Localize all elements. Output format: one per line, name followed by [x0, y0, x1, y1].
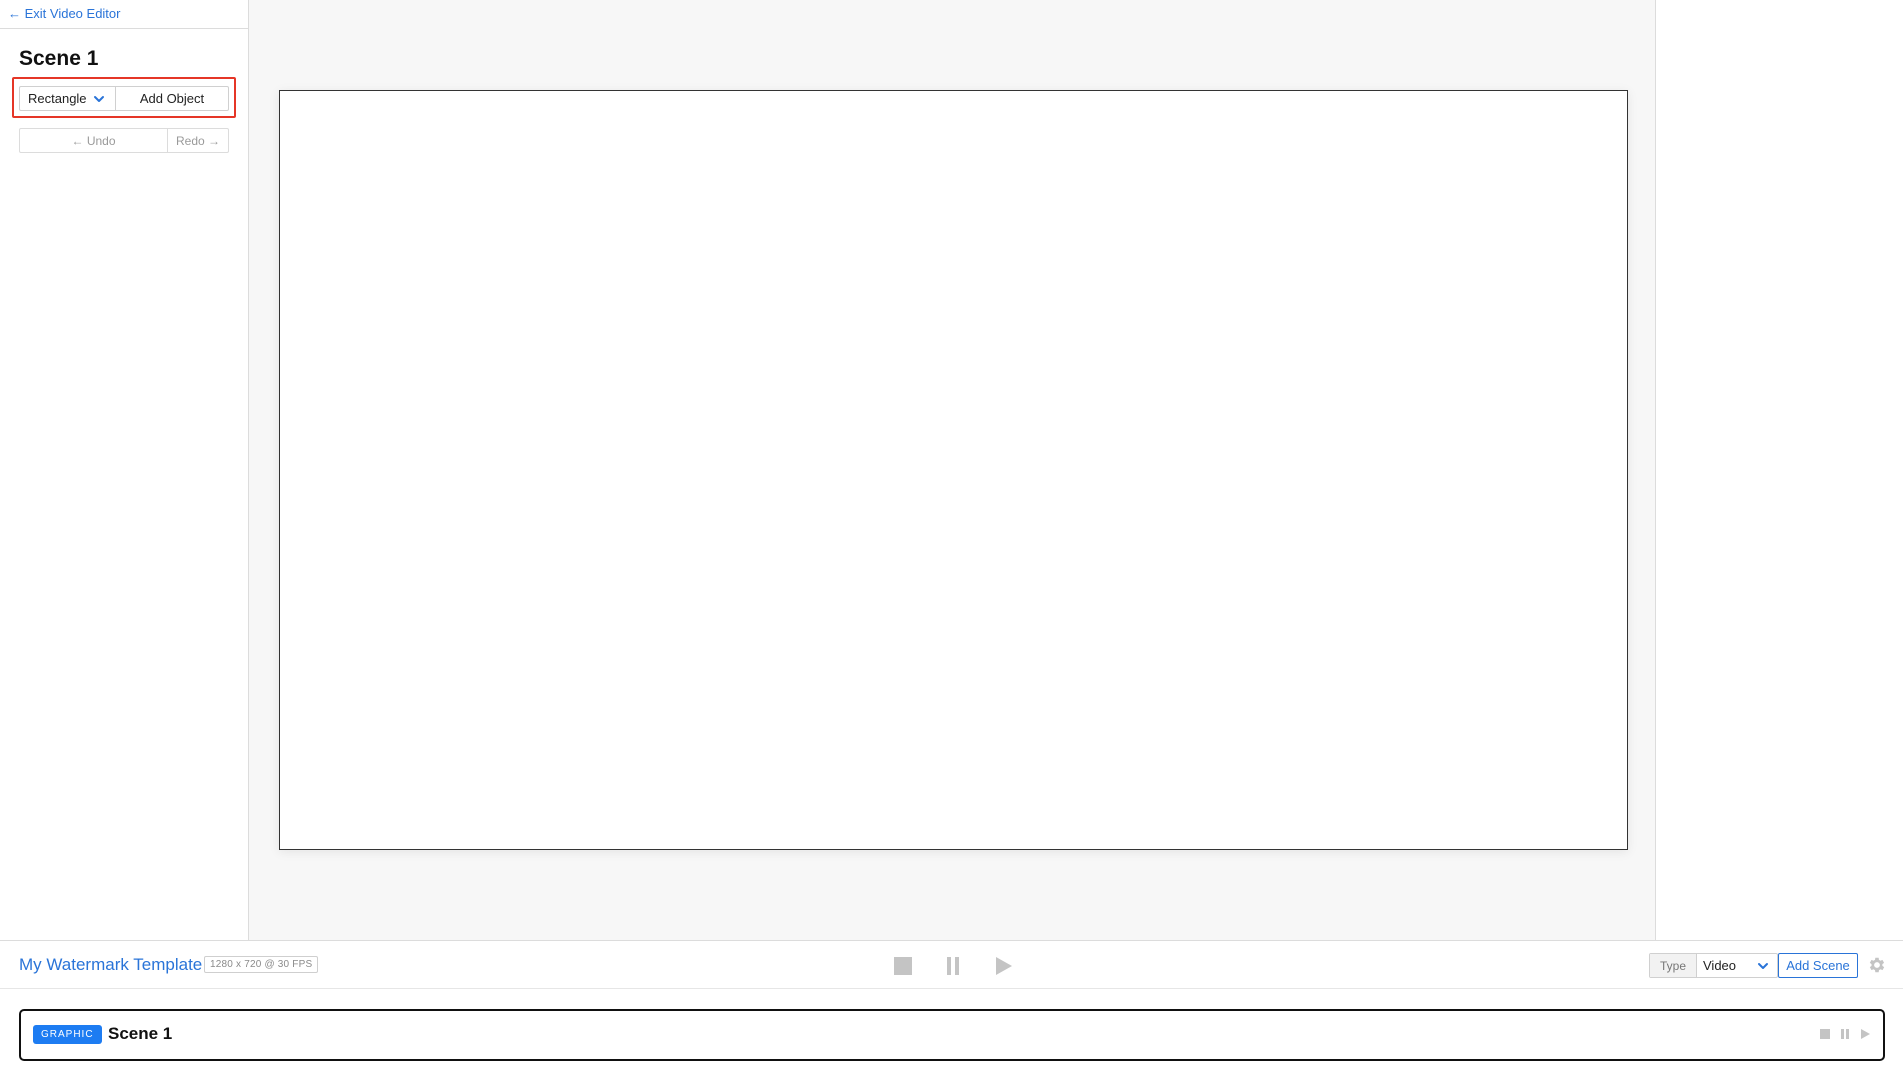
type-select-group: Type Video	[1649, 953, 1778, 978]
pause-button[interactable]	[940, 953, 966, 979]
pause-icon	[947, 957, 959, 975]
scene-pause-button[interactable]	[1839, 1028, 1851, 1040]
scene-row-controls	[1819, 1028, 1871, 1040]
scene-stop-button[interactable]	[1819, 1028, 1831, 1040]
editor-stage	[249, 0, 1656, 940]
scene-type-badge: GRAPHIC	[33, 1025, 102, 1044]
scene-row[interactable]: GRAPHIC Scene 1	[19, 1009, 1885, 1061]
pause-icon	[1841, 1029, 1849, 1039]
add-scene-button[interactable]: Add Scene	[1778, 953, 1858, 978]
chevron-down-icon	[1758, 962, 1768, 969]
add-object-button[interactable]: Add Object	[116, 87, 228, 110]
redo-button[interactable]: Redo →	[168, 129, 228, 152]
gear-icon[interactable]	[1867, 955, 1887, 975]
project-title[interactable]: My Watermark Template	[19, 955, 202, 975]
properties-panel	[1656, 0, 1903, 940]
scene-play-button[interactable]	[1859, 1028, 1871, 1040]
type-select[interactable]: Video	[1697, 954, 1777, 977]
undo-button[interactable]: ← Undo	[20, 129, 168, 152]
scene-row-name: Scene 1	[108, 1024, 173, 1043]
type-select-value: Video	[1703, 958, 1737, 973]
stop-button[interactable]	[890, 953, 916, 979]
stop-icon	[894, 957, 912, 975]
type-label: Type	[1650, 954, 1697, 977]
shape-select-value: Rectangle	[28, 91, 87, 106]
play-icon	[1861, 1029, 1870, 1039]
transport-controls	[890, 953, 1016, 979]
scene-title: Scene 1	[19, 47, 99, 70]
play-icon	[996, 957, 1012, 975]
play-button[interactable]	[990, 953, 1016, 979]
video-canvas[interactable]	[279, 90, 1628, 850]
project-resolution-badge: 1280 x 720 @ 30 FPS	[204, 956, 319, 973]
shape-select[interactable]: Rectangle	[20, 87, 116, 110]
exit-video-editor-link[interactable]: ← Exit Video Editor	[0, 0, 248, 29]
left-sidebar: ← Exit Video Editor Scene 1 Rectangle Ad…	[0, 0, 249, 940]
history-group: ← Undo Redo →	[19, 128, 229, 153]
timeline-toolbar: My Watermark Template 1280 x 720 @ 30 FP…	[0, 940, 1903, 989]
stop-icon	[1820, 1029, 1830, 1039]
chevron-down-icon	[94, 95, 104, 102]
add-object-group: Rectangle Add Object	[19, 86, 229, 111]
